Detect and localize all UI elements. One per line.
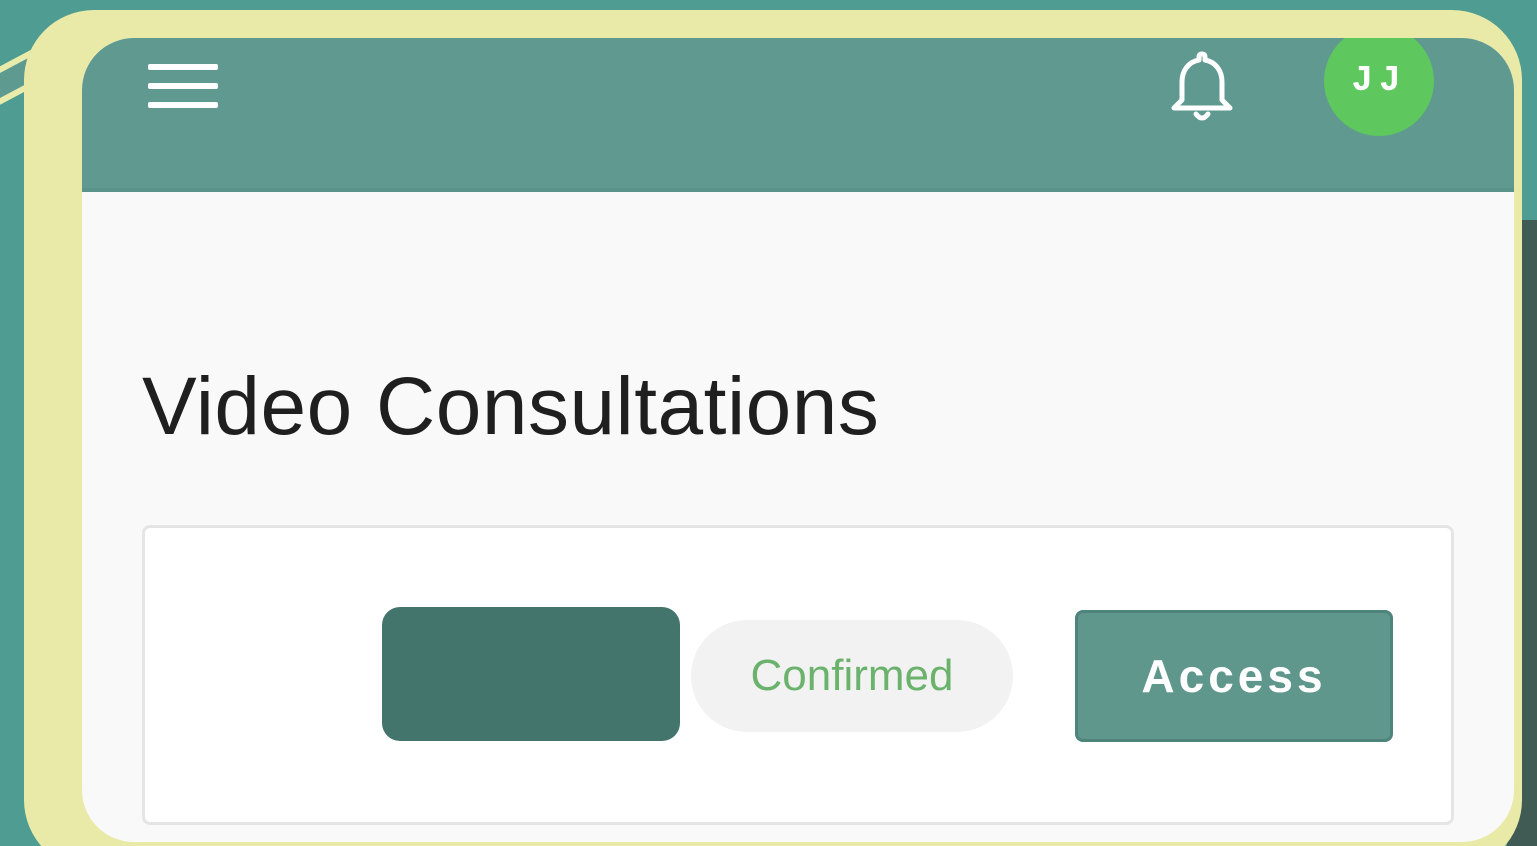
consultation-card: Confirmed Access (142, 525, 1454, 825)
status-badge: Confirmed (691, 620, 1013, 732)
access-button[interactable]: Access (1075, 610, 1393, 742)
user-avatar[interactable]: JJ (1324, 38, 1434, 136)
bell-icon[interactable] (1164, 44, 1240, 126)
hamburger-menu-icon[interactable] (148, 62, 218, 110)
app-screen: JJ Video Consultations Confirmed Access (82, 38, 1514, 842)
top-app-bar: JJ (82, 38, 1514, 192)
consultation-time-chip (382, 607, 680, 741)
page-title: Video Consultations (142, 361, 880, 452)
device-frame: JJ Video Consultations Confirmed Access (24, 10, 1522, 846)
